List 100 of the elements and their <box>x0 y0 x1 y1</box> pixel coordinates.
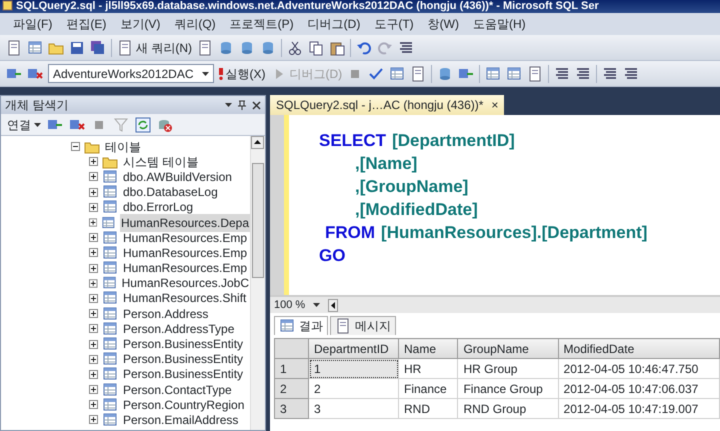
copy-icon[interactable] <box>308 40 324 56</box>
app-icon <box>2 0 13 11</box>
document-icon[interactable] <box>527 66 544 82</box>
document-icon[interactable] <box>410 66 426 82</box>
sql-keyword: FROM <box>325 222 376 244</box>
column-header[interactable]: DepartmentID <box>308 338 398 358</box>
table-icon <box>102 336 118 352</box>
scroll-left-icon[interactable] <box>328 298 338 312</box>
connect-button[interactable]: 연결 <box>7 116 41 134</box>
table-icon <box>101 214 116 231</box>
menu-item[interactable]: 보기(V) <box>113 15 168 33</box>
lines-icon[interactable] <box>554 66 570 82</box>
result-tab[interactable]: 결과 <box>274 316 328 335</box>
database-icon[interactable] <box>218 40 234 56</box>
table-icon[interactable] <box>27 40 43 56</box>
close-icon[interactable] <box>252 100 261 110</box>
menu-item[interactable]: 도움말(H) <box>466 15 533 33</box>
lines-icon[interactable] <box>398 40 414 56</box>
row-header[interactable]: 1 <box>274 358 308 378</box>
column-header[interactable]: Name <box>398 338 458 358</box>
check-icon[interactable] <box>368 66 384 82</box>
database-dropdown[interactable]: AdventureWorks2012DAC <box>48 64 214 83</box>
expand-icon[interactable] <box>89 218 98 228</box>
database-icon[interactable] <box>239 40 255 56</box>
table-icon <box>102 260 118 276</box>
dropdown-icon[interactable] <box>225 103 232 107</box>
document-icon[interactable] <box>197 40 213 56</box>
pin-icon[interactable] <box>238 100 246 110</box>
menu-item[interactable]: 쿼리(Q) <box>167 15 223 33</box>
database-icon[interactable] <box>260 40 276 56</box>
sql-identifier: ,[Name] <box>355 153 418 175</box>
menu-item[interactable]: 파일(F) <box>6 15 60 33</box>
table-cell: 2012-04-05 10:46:47.750 <box>558 358 720 378</box>
expand-icon[interactable] <box>89 309 98 318</box>
scrollbar[interactable] <box>250 136 265 430</box>
menu-item[interactable]: 도구(T) <box>367 15 421 33</box>
table-icon <box>102 230 118 246</box>
expand-icon[interactable] <box>89 157 98 166</box>
new-query-button[interactable]: 새 쿼리(N) <box>117 38 192 56</box>
expand-icon[interactable] <box>89 172 98 182</box>
new-document-icon[interactable] <box>6 40 22 56</box>
menu-item[interactable]: 프로젝트(P) <box>222 15 301 33</box>
sql-identifier: [DepartmentID] <box>392 130 515 152</box>
collapse-icon[interactable] <box>71 142 80 152</box>
cut-icon[interactable] <box>287 40 303 56</box>
expand-icon[interactable] <box>89 400 98 410</box>
save-icon[interactable] <box>69 40 85 56</box>
table-cell: 2012-04-05 10:47:06.037 <box>558 378 720 398</box>
menu-item[interactable]: 창(W) <box>420 15 466 33</box>
menu-item[interactable]: 디버그(D) <box>300 15 368 33</box>
expand-icon[interactable] <box>89 248 98 258</box>
column-header[interactable]: GroupName <box>458 338 558 358</box>
scroll-up-icon[interactable] <box>251 136 264 149</box>
lines-icon[interactable] <box>602 66 618 82</box>
expand-icon[interactable] <box>89 294 98 303</box>
expand-icon[interactable] <box>89 233 98 242</box>
table-cell: 3 <box>308 398 398 418</box>
table-icon <box>102 306 118 322</box>
save-all-icon[interactable] <box>90 40 106 56</box>
row-header[interactable]: 2 <box>274 378 308 398</box>
column-header[interactable]: ModifiedDate <box>558 338 720 358</box>
expand-icon[interactable] <box>89 415 98 424</box>
lines-icon[interactable] <box>575 66 592 82</box>
document-icon <box>117 40 133 56</box>
menu-item[interactable]: 편집(E) <box>59 15 114 33</box>
undo-icon[interactable] <box>356 40 372 56</box>
table-icon <box>102 351 118 368</box>
sql-keyword: GO <box>319 245 346 267</box>
editor-tab[interactable]: SQLQuery2.sql - j…AC (hongju (436))* × <box>270 95 504 115</box>
expand-icon[interactable] <box>89 324 98 334</box>
expand-icon[interactable] <box>89 188 98 197</box>
table-icon[interactable] <box>389 66 406 82</box>
table-icon <box>102 168 118 185</box>
table-cell: 2012-04-05 10:47:19.007 <box>558 398 720 418</box>
table-icon[interactable] <box>506 66 522 82</box>
expand-icon[interactable] <box>89 340 98 349</box>
table-cell: HR Group <box>458 358 558 378</box>
document-icon <box>335 318 351 334</box>
paste-icon[interactable] <box>329 40 345 56</box>
sql-keyword: SELECT <box>319 130 386 152</box>
expand-icon[interactable] <box>89 354 98 364</box>
row-header[interactable]: 3 <box>274 398 308 418</box>
expand-icon[interactable] <box>89 370 98 379</box>
result-tab[interactable]: 메시지 <box>330 316 396 335</box>
expand-icon[interactable] <box>89 202 98 212</box>
table-cell: HR <box>398 358 458 378</box>
table-icon <box>102 199 118 216</box>
tab-close[interactable]: × <box>491 96 498 114</box>
tree-item[interactable]: HumanResources.Depa <box>120 214 250 232</box>
lines-icon[interactable] <box>623 66 640 82</box>
refresh-icon[interactable] <box>135 116 151 132</box>
table-icon[interactable] <box>485 66 502 82</box>
table-icon <box>102 396 118 413</box>
table-cell: RND <box>398 398 458 418</box>
expand-icon[interactable] <box>89 385 98 394</box>
sql-identifier: [HumanResources].[Department] <box>381 222 648 244</box>
expand-icon[interactable] <box>89 264 98 273</box>
execute-button[interactable]: 실행(X) <box>218 64 266 82</box>
sql-identifier: ,[GroupName] <box>355 176 468 198</box>
expand-icon[interactable] <box>89 278 98 288</box>
